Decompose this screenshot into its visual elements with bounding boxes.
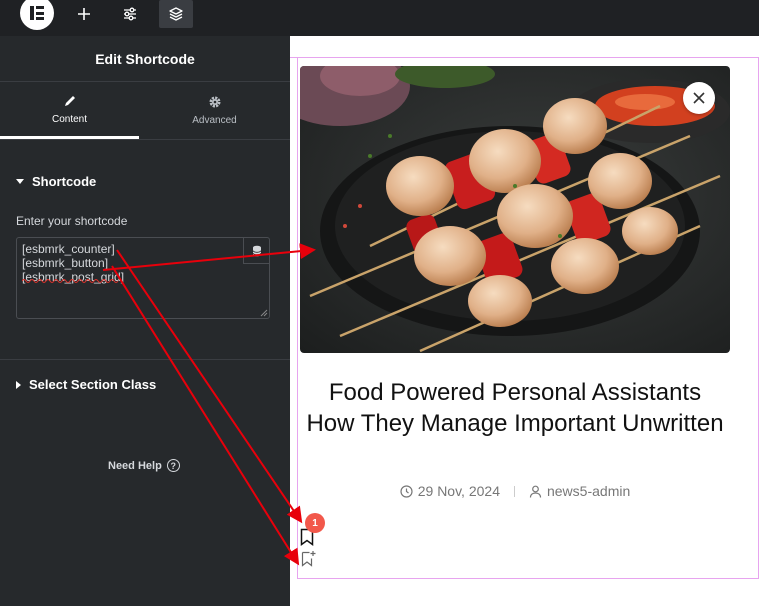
- clock-icon: [400, 484, 413, 498]
- section-select-class-label: Select Section Class: [29, 377, 157, 392]
- post-meta: 29 Nov, 2024 news5-admin: [305, 483, 725, 499]
- post-date-text: 29 Nov, 2024: [417, 483, 500, 499]
- gear-icon: [209, 96, 220, 108]
- caret-down-icon: [16, 179, 24, 184]
- spellcheck-underline: [22, 279, 119, 283]
- elementor-logo[interactable]: [20, 0, 54, 30]
- editor-panel: Edit Shortcode Content Advanced Shortcod…: [0, 36, 290, 606]
- tab-advanced[interactable]: Advanced: [139, 82, 290, 139]
- shortcode-textarea[interactable]: [esbmrk_counter] [esbmrk_button] [esbmrk…: [16, 237, 270, 319]
- tab-content[interactable]: Content: [0, 82, 139, 139]
- need-help-link[interactable]: Need Help ?: [108, 459, 180, 472]
- post-author[interactable]: news5-admin: [529, 483, 630, 499]
- bookmark-button[interactable]: [301, 550, 317, 573]
- panel-tabs: Content Advanced: [0, 82, 290, 140]
- user-icon: [529, 485, 542, 498]
- caret-right-icon: [16, 380, 21, 389]
- plus-icon: [78, 8, 90, 20]
- dynamic-tags-button[interactable]: [243, 238, 269, 264]
- kebab-food-image: [300, 66, 730, 353]
- bookmark-add-icon: [301, 551, 316, 567]
- top-toolbar: [0, 0, 759, 36]
- database-icon: [252, 245, 261, 256]
- close-icon: [693, 92, 705, 104]
- need-help-label: Need Help: [108, 459, 162, 472]
- bookmark-count-badge: 1: [305, 513, 325, 533]
- tab-advanced-label: Advanced: [192, 115, 237, 126]
- post-date: 29 Nov, 2024: [400, 483, 500, 499]
- post-featured-image[interactable]: [300, 66, 730, 353]
- section-shortcode-toggle[interactable]: Shortcode: [16, 174, 96, 189]
- add-element-button[interactable]: [67, 0, 101, 28]
- post-title[interactable]: Food Powered Personal Assistants How The…: [305, 377, 725, 439]
- tab-content-label: Content: [51, 113, 88, 125]
- layers-icon: [169, 7, 183, 21]
- pencil-icon: [64, 95, 75, 106]
- section-divider: [0, 359, 290, 360]
- panel-title: Edit Shortcode: [0, 36, 290, 82]
- post-author-text: news5-admin: [546, 483, 631, 499]
- meta-separator: [513, 485, 515, 497]
- sliders-icon: [124, 7, 136, 21]
- resize-handle-icon[interactable]: [260, 309, 268, 317]
- shortcode-field-label: Enter your shortcode: [16, 214, 128, 228]
- section-shortcode-label: Shortcode: [32, 174, 97, 189]
- question-icon: ?: [166, 459, 180, 472]
- section-select-class-toggle[interactable]: Select Section Class: [16, 377, 156, 392]
- site-settings-button[interactable]: [113, 0, 147, 28]
- structure-button[interactable]: [159, 0, 193, 28]
- close-button[interactable]: [683, 82, 715, 114]
